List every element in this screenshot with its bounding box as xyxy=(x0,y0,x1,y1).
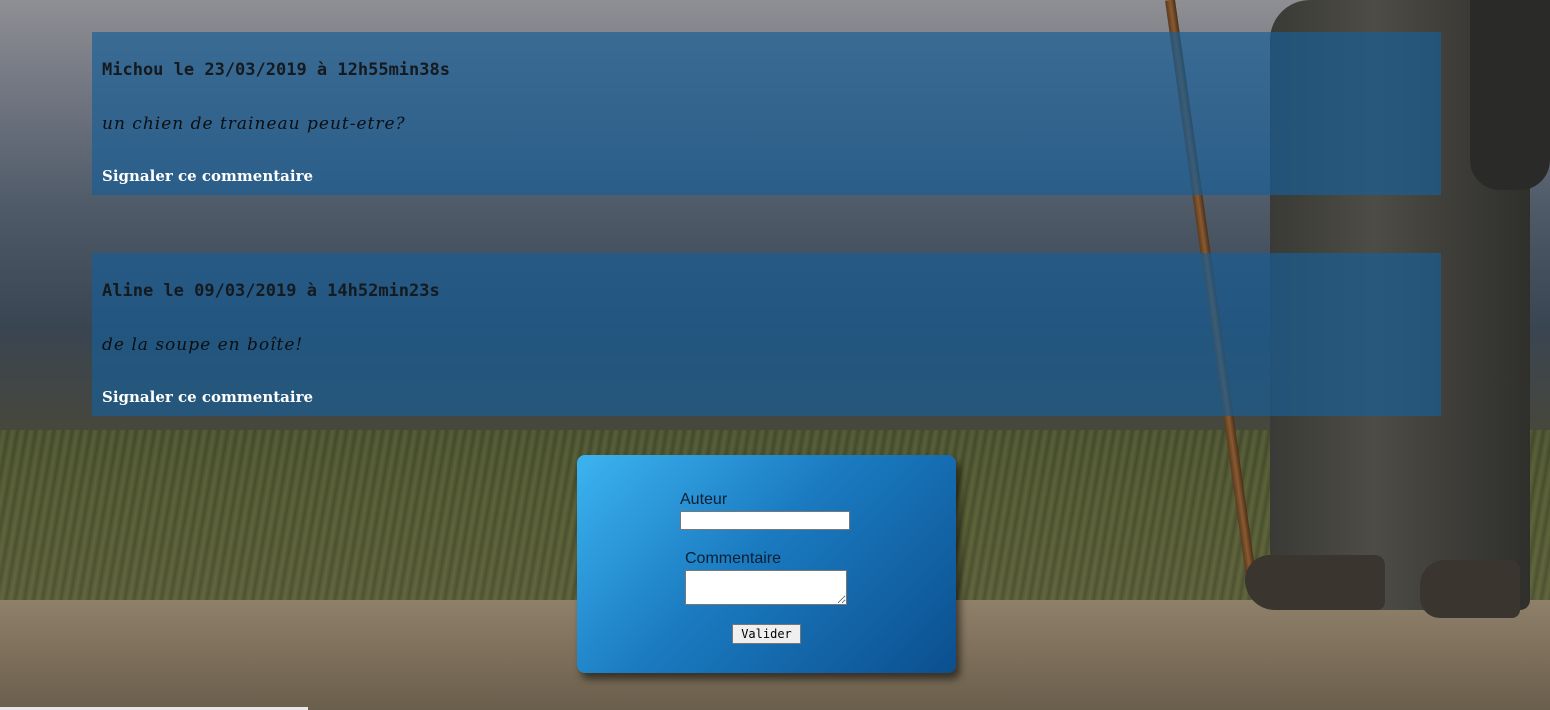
comment-card: Aline le 09/03/2019 à 14h52min23s de la … xyxy=(92,253,1441,416)
report-comment-link[interactable]: Signaler ce commentaire xyxy=(102,167,313,185)
comment-textarea[interactable] xyxy=(685,570,847,605)
author-label: Auteur xyxy=(680,491,728,508)
hiker-boot xyxy=(1245,555,1385,610)
author-input[interactable] xyxy=(680,511,850,530)
report-comment-link[interactable]: Signaler ce commentaire xyxy=(102,388,313,406)
comment-label: Commentaire xyxy=(685,550,782,567)
comment-form: Auteur Commentaire Valider xyxy=(577,455,956,673)
submit-button[interactable]: Valider xyxy=(732,624,801,644)
comment-text: un chien de traineau peut-etre? xyxy=(102,114,406,134)
hiker-boot xyxy=(1420,560,1520,618)
comment-text: de la soupe en boîte! xyxy=(102,335,304,355)
comment-header: Michou le 23/03/2019 à 12h55min38s xyxy=(102,60,450,80)
comment-card: Michou le 23/03/2019 à 12h55min38s un ch… xyxy=(92,32,1441,195)
hiker-backpack xyxy=(1470,0,1550,190)
comment-header: Aline le 09/03/2019 à 14h52min23s xyxy=(102,281,440,301)
